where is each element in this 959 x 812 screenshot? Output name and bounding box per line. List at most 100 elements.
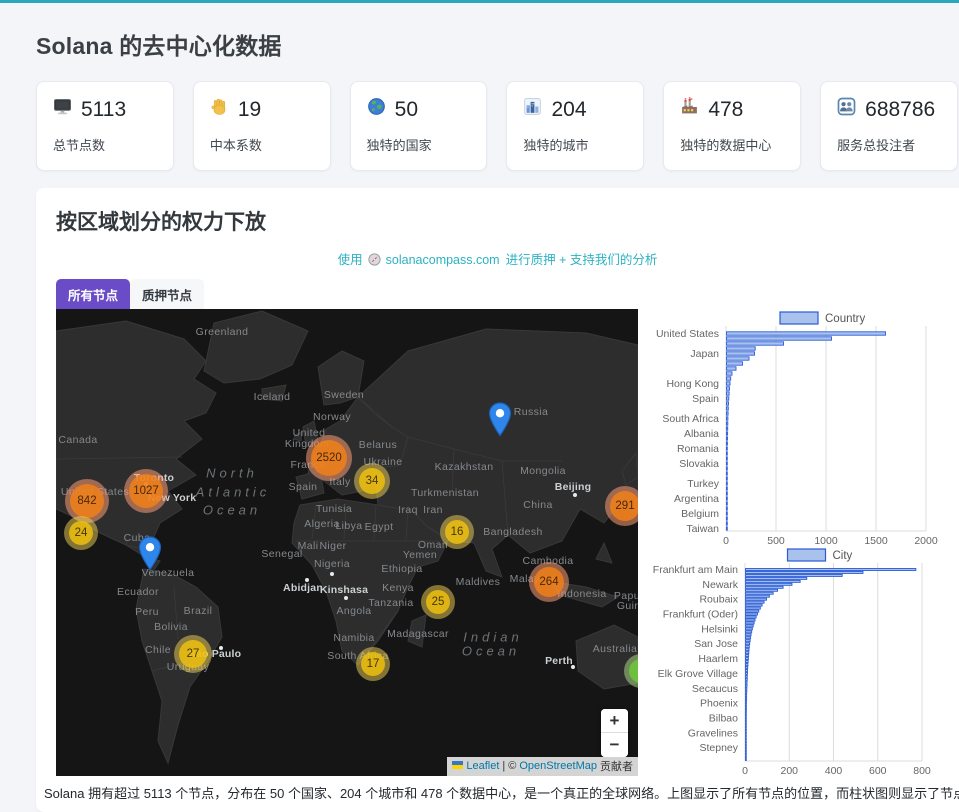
svg-text:Bilbao: Bilbao bbox=[709, 712, 738, 724]
section-title: 按区域划分的权力下放 bbox=[56, 206, 959, 236]
zoom-out-button[interactable]: − bbox=[601, 733, 628, 757]
stat-label: 独特的数据中心 bbox=[680, 135, 784, 154]
svg-text:Spain: Spain bbox=[692, 393, 719, 405]
svg-text:2000: 2000 bbox=[914, 535, 938, 546]
svg-text:Elk Grove Village: Elk Grove Village bbox=[658, 668, 739, 680]
cluster-count: 264 bbox=[534, 567, 564, 597]
map-tabs: 所有节点 质押节点 bbox=[56, 279, 959, 309]
cluster-count: 2520 bbox=[311, 440, 347, 476]
map-caption: Solana 拥有超过 5113 个节点，分布在 50 个国家、204 个城市和… bbox=[44, 783, 959, 802]
tab-staked-nodes[interactable]: 质押节点 bbox=[130, 279, 204, 309]
stat-card-cities: 204 独特的城市 bbox=[506, 81, 644, 171]
map-city-dot bbox=[344, 596, 348, 600]
svg-text:Taiwan: Taiwan bbox=[686, 523, 719, 535]
svg-text:South Africa: South Africa bbox=[662, 413, 719, 425]
svg-text:Frankfurt am Main: Frankfurt am Main bbox=[653, 564, 738, 576]
svg-text:1500: 1500 bbox=[864, 535, 888, 546]
svg-text:0: 0 bbox=[723, 535, 729, 546]
svg-text:Hong Kong: Hong Kong bbox=[666, 378, 719, 390]
stat-label: 服务总投注者 bbox=[837, 135, 941, 154]
map-city-dot bbox=[573, 493, 577, 497]
cluster-count: 17 bbox=[361, 652, 385, 676]
factory-icon bbox=[680, 97, 699, 122]
map-marker-pin[interactable] bbox=[489, 402, 512, 442]
stake-link-prefix: 使用 bbox=[338, 253, 363, 267]
svg-text:0: 0 bbox=[742, 765, 748, 776]
map-cluster[interactable]: 17 bbox=[356, 647, 390, 681]
svg-text:800: 800 bbox=[913, 765, 931, 776]
cityscape-icon bbox=[523, 97, 542, 122]
svg-text:Frankfurt (Oder): Frankfurt (Oder) bbox=[663, 609, 738, 621]
attribution-separator: | bbox=[502, 760, 505, 772]
map-marker-pin[interactable] bbox=[139, 536, 162, 576]
stat-card-datacenters: 478 独特的数据中心 bbox=[663, 81, 801, 171]
stake-link-suffix: 进行质押 + 支持我们的分析 bbox=[506, 253, 658, 267]
bar-chart-country: 0500100015002000United StatesJapanHong K… bbox=[648, 309, 950, 546]
osm-link[interactable]: OpenStreetMap bbox=[519, 760, 597, 772]
cluster-count: 24 bbox=[69, 521, 93, 545]
leaflet-link[interactable]: Leaflet bbox=[466, 760, 499, 772]
distribution-charts: 0500100015002000United StatesJapanHong K… bbox=[648, 309, 950, 776]
cluster-count: 842 bbox=[70, 484, 104, 518]
svg-text:Phoenix: Phoenix bbox=[700, 698, 739, 710]
stake-link-row: 使用 solanacompass.com 进行质押 + 支持我们的分析 bbox=[56, 249, 939, 269]
map-cluster[interactable]: 25 bbox=[421, 585, 455, 619]
map-cluster[interactable]: 24 bbox=[64, 516, 98, 550]
svg-text:United States: United States bbox=[656, 328, 719, 340]
svg-text:Gravelines: Gravelines bbox=[688, 727, 738, 739]
svg-text:Japan: Japan bbox=[690, 348, 719, 360]
svg-text:Turkey: Turkey bbox=[687, 478, 719, 490]
cluster-count: 25 bbox=[426, 590, 450, 614]
map-cluster[interactable]: 291 bbox=[605, 486, 638, 526]
globe-icon bbox=[367, 97, 386, 122]
svg-text:Haarlem: Haarlem bbox=[698, 653, 738, 665]
cluster-count: 291 bbox=[610, 491, 638, 521]
svg-text:Secaucus: Secaucus bbox=[692, 683, 738, 695]
svg-text:Albania: Albania bbox=[684, 428, 719, 440]
svg-text:Helsinki: Helsinki bbox=[701, 623, 738, 635]
stat-card-nakamoto: 19 中本系数 bbox=[193, 81, 331, 171]
world-map[interactable]: + − Leaflet | © OpenStreetMap 贡献者 NorthA… bbox=[56, 309, 638, 776]
svg-text:San Jose: San Jose bbox=[694, 638, 738, 650]
svg-text:Slovakia: Slovakia bbox=[679, 458, 719, 470]
copyright-symbol: © bbox=[508, 760, 516, 772]
cluster-count bbox=[629, 659, 638, 683]
stat-card-countries: 50 独特的国家 bbox=[350, 81, 488, 171]
stat-value: 5113 bbox=[81, 98, 126, 122]
map-city-dot bbox=[330, 572, 334, 576]
cluster-count: 16 bbox=[445, 520, 469, 544]
svg-text:600: 600 bbox=[869, 765, 887, 776]
stat-value: 19 bbox=[238, 98, 261, 122]
svg-text:City: City bbox=[833, 550, 853, 562]
stat-value: 204 bbox=[551, 98, 586, 122]
cluster-count: 1027 bbox=[129, 474, 163, 508]
stat-value: 50 bbox=[395, 98, 418, 122]
svg-text:Stepney: Stepney bbox=[699, 742, 738, 754]
stats-row: 5113 总节点数 19 中本系数 50 独特的国家 204 独特的城市 bbox=[36, 81, 958, 171]
ukraine-flag-icon bbox=[452, 760, 463, 772]
stat-label: 独特的国家 bbox=[367, 135, 471, 154]
solanacompass-link[interactable]: solanacompass.com bbox=[386, 253, 500, 267]
map-city-dot bbox=[571, 665, 575, 669]
svg-text:Argentina: Argentina bbox=[674, 493, 719, 505]
svg-text:Country: Country bbox=[825, 313, 866, 325]
monitor-icon bbox=[53, 97, 72, 122]
cluster-count: 34 bbox=[359, 468, 385, 494]
zoom-in-button[interactable]: + bbox=[601, 709, 628, 733]
stat-label: 中本系数 bbox=[210, 135, 314, 154]
osm-contributors: 贡献者 bbox=[600, 758, 633, 774]
bar-chart-city: 0200400600800Frankfurt am MainNewarkRoub… bbox=[648, 546, 950, 776]
svg-text:Newark: Newark bbox=[702, 579, 738, 591]
tab-all-nodes[interactable]: 所有节点 bbox=[56, 279, 130, 309]
map-cluster[interactable]: 264 bbox=[529, 562, 569, 602]
map-cluster[interactable]: 27 bbox=[174, 635, 212, 673]
stat-card-total-nodes: 5113 总节点数 bbox=[36, 81, 174, 171]
map-cluster[interactable]: 16 bbox=[440, 515, 474, 549]
map-cluster[interactable]: 1027 bbox=[124, 469, 168, 513]
map-cluster[interactable]: 34 bbox=[354, 463, 390, 499]
compass-icon bbox=[368, 255, 381, 269]
page-title: Solana 的去中心化数据 bbox=[36, 27, 959, 61]
stat-label: 总节点数 bbox=[53, 135, 157, 154]
stat-label: 独特的城市 bbox=[523, 135, 627, 154]
map-cluster[interactable]: 2520 bbox=[306, 435, 352, 481]
